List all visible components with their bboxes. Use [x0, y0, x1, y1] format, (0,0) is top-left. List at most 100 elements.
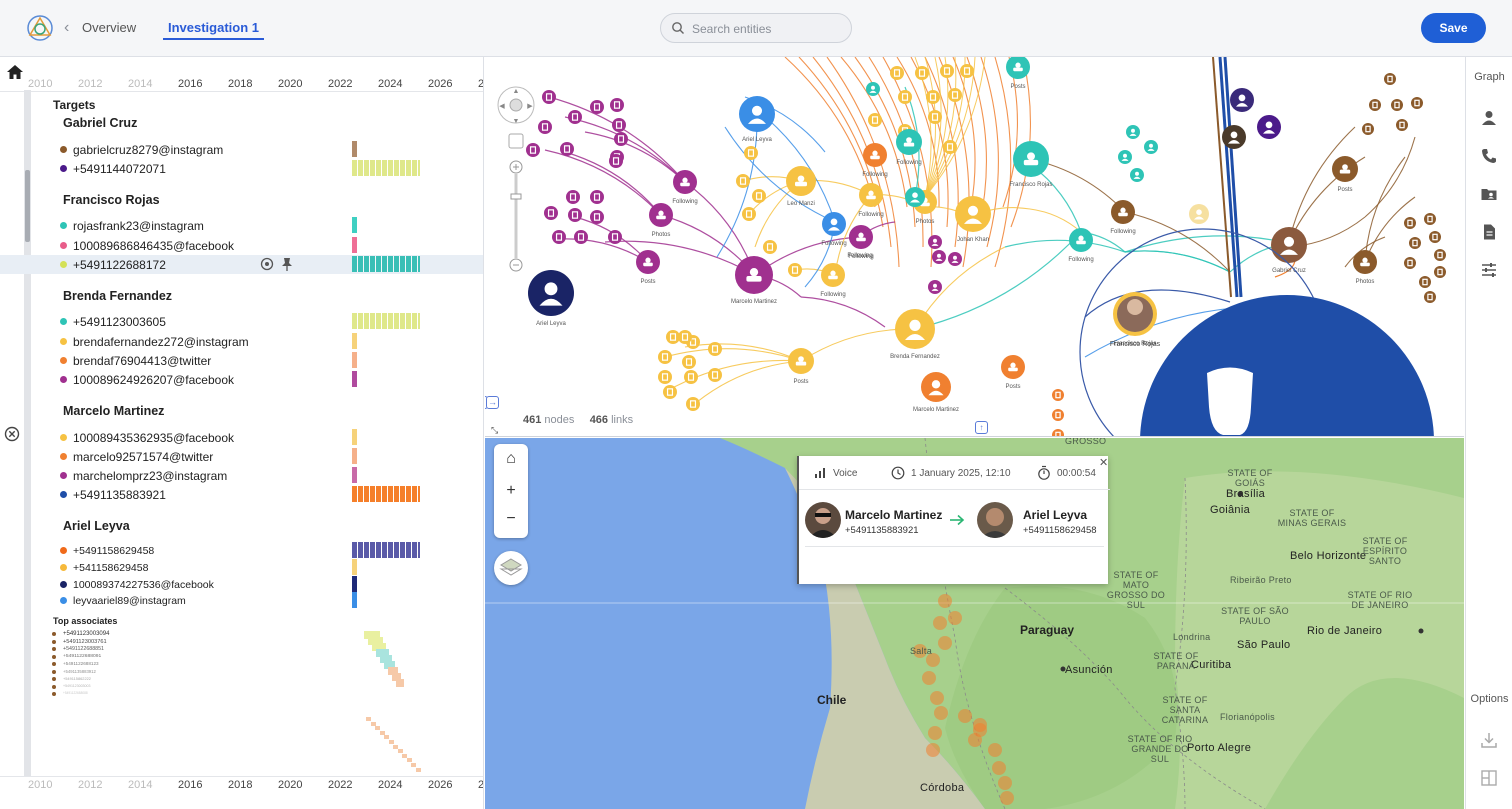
yellow-document-node[interactable] [744, 146, 758, 160]
target-identifier-row[interactable]: rojasfrank23@instagram [0, 216, 483, 235]
yellow-document-node[interactable] [890, 66, 904, 80]
tab-investigation[interactable]: Investigation 1 [163, 13, 264, 40]
yellow-document-node[interactable] [948, 88, 962, 102]
purple-document-node[interactable] [608, 230, 622, 244]
node-label[interactable]: Posts [1005, 384, 1020, 390]
target-identifier-row[interactable]: +5491135883921 [0, 485, 483, 504]
yellow-document-node[interactable] [763, 240, 777, 254]
target-identifier-row[interactable]: gabrielcruz8279@instagram [0, 140, 483, 159]
node-label[interactable]: Following [1110, 229, 1135, 235]
pin-icon[interactable] [280, 257, 294, 271]
activity-bar[interactable] [352, 429, 357, 445]
brown-document-node[interactable] [1424, 291, 1436, 303]
node-label[interactable]: Posts [793, 379, 808, 385]
close-icon[interactable]: ✕ [1099, 456, 1108, 469]
node-label[interactable]: Photos [652, 232, 671, 238]
purple-document-node[interactable] [526, 143, 540, 157]
yellow-document-node[interactable] [868, 113, 882, 127]
node-label[interactable]: Marcelo Martinez [913, 407, 959, 413]
node-label[interactable]: Following [1068, 257, 1093, 263]
brown-document-node[interactable] [1369, 99, 1381, 111]
purple-document-node[interactable] [574, 230, 588, 244]
node-label[interactable]: Following [672, 199, 697, 205]
brown-document-node[interactable] [1404, 257, 1416, 269]
node-label[interactable]: Brenda Fernandez [890, 354, 940, 360]
purple-document-node[interactable] [612, 118, 626, 132]
orange-document-node[interactable] [1052, 389, 1064, 401]
brown-document-node[interactable] [1434, 249, 1446, 261]
yellow-document-node[interactable] [686, 397, 700, 411]
target-identifier-row[interactable]: leyvaariel89@instagram [0, 591, 483, 610]
brown-document-node[interactable] [1362, 123, 1374, 135]
purple-document-node[interactable] [590, 190, 604, 204]
node-label[interactable]: Francisco Rojas [1009, 182, 1052, 188]
activity-bar[interactable] [352, 467, 357, 483]
yellow-document-node[interactable] [658, 350, 672, 364]
activity-bar[interactable] [352, 576, 357, 592]
node-label[interactable]: Following [821, 241, 846, 247]
yellow-document-node[interactable] [960, 64, 974, 78]
collapse-up-button[interactable]: ↑ [975, 421, 988, 434]
purple-document-node[interactable] [552, 230, 566, 244]
map-layers-button[interactable] [494, 551, 528, 585]
node-label[interactable]: Posts [640, 279, 655, 285]
sliders-icon[interactable] [1480, 261, 1498, 279]
activity-bar[interactable] [352, 448, 357, 464]
node-label[interactable]: Leo Manzi [787, 201, 815, 207]
yellow-document-node[interactable] [682, 355, 696, 369]
purple-document-node[interactable] [560, 142, 574, 156]
activity-bar[interactable] [352, 160, 420, 176]
activity-bar[interactable] [352, 592, 357, 608]
node-label[interactable]: Following [862, 172, 887, 178]
brown-document-node[interactable] [1404, 217, 1416, 229]
associate-activity-bar[interactable] [396, 679, 404, 687]
overview-link[interactable]: Overview [82, 20, 136, 35]
purple-document-node[interactable] [610, 98, 624, 112]
zoom-in-button[interactable]: + [494, 482, 528, 500]
brown-document-node[interactable] [1434, 266, 1446, 278]
expand-right-button[interactable]: → [486, 396, 499, 409]
target-identifier-row[interactable]: 100089435362935@facebook [0, 428, 483, 447]
node-label[interactable]: Ariel Leyva [536, 321, 566, 327]
yellow-document-node[interactable] [752, 189, 766, 203]
target-identifier-row[interactable]: 100089624926207@facebook [0, 370, 483, 389]
brown-document-node[interactable] [1384, 73, 1396, 85]
contact-folder-icon[interactable] [1480, 185, 1498, 203]
yellow-document-node[interactable] [658, 370, 672, 384]
yellow-document-node[interactable] [666, 330, 680, 344]
activity-bar[interactable] [352, 313, 420, 329]
home-icon[interactable] [6, 64, 24, 80]
purple-document-node[interactable] [568, 110, 582, 124]
activity-bar[interactable] [352, 256, 420, 272]
node-label[interactable]: Following [858, 212, 883, 218]
orange-document-node[interactable] [1052, 429, 1064, 437]
brown-document-node[interactable] [1391, 99, 1403, 111]
node-label[interactable]: Gabriel Cruz [1272, 268, 1306, 274]
yellow-document-node[interactable] [663, 385, 677, 399]
node-label[interactable]: Marcelo Martinez [731, 299, 777, 305]
target-identifier-row[interactable]: +5491123003605 [0, 312, 483, 331]
activity-bar[interactable] [352, 237, 357, 253]
target-identifier-row[interactable]: marcelo92571574@twitter [0, 447, 483, 466]
yellow-document-node[interactable] [736, 174, 750, 188]
yellow-document-node[interactable] [928, 110, 942, 124]
node-label[interactable]: Following [848, 254, 873, 260]
brown-document-node[interactable] [1409, 237, 1421, 249]
brown-document-node[interactable] [1419, 276, 1431, 288]
node-label[interactable]: Posts [1337, 187, 1352, 193]
yellow-document-node[interactable] [940, 64, 954, 78]
target-identifier-row[interactable]: brendafernandez272@instagram [0, 332, 483, 351]
app-logo-icon[interactable] [26, 14, 54, 42]
target-identifier-row[interactable]: brendaf76904413@twitter [0, 351, 483, 370]
person-icon[interactable] [1480, 109, 1498, 127]
yellow-document-node[interactable] [742, 207, 756, 221]
activity-bar[interactable] [352, 217, 357, 233]
map-home-icon[interactable]: ⌂ [494, 450, 528, 468]
node-label[interactable]: Posts [1010, 84, 1025, 90]
purple-document-node[interactable] [590, 100, 604, 114]
target-identifier-row[interactable]: marchelomprz23@instagram [0, 466, 483, 485]
yellow-document-node[interactable] [915, 66, 929, 80]
target-icon[interactable] [260, 257, 274, 271]
activity-bar[interactable] [352, 371, 357, 387]
yellow-document-node[interactable] [708, 368, 722, 382]
